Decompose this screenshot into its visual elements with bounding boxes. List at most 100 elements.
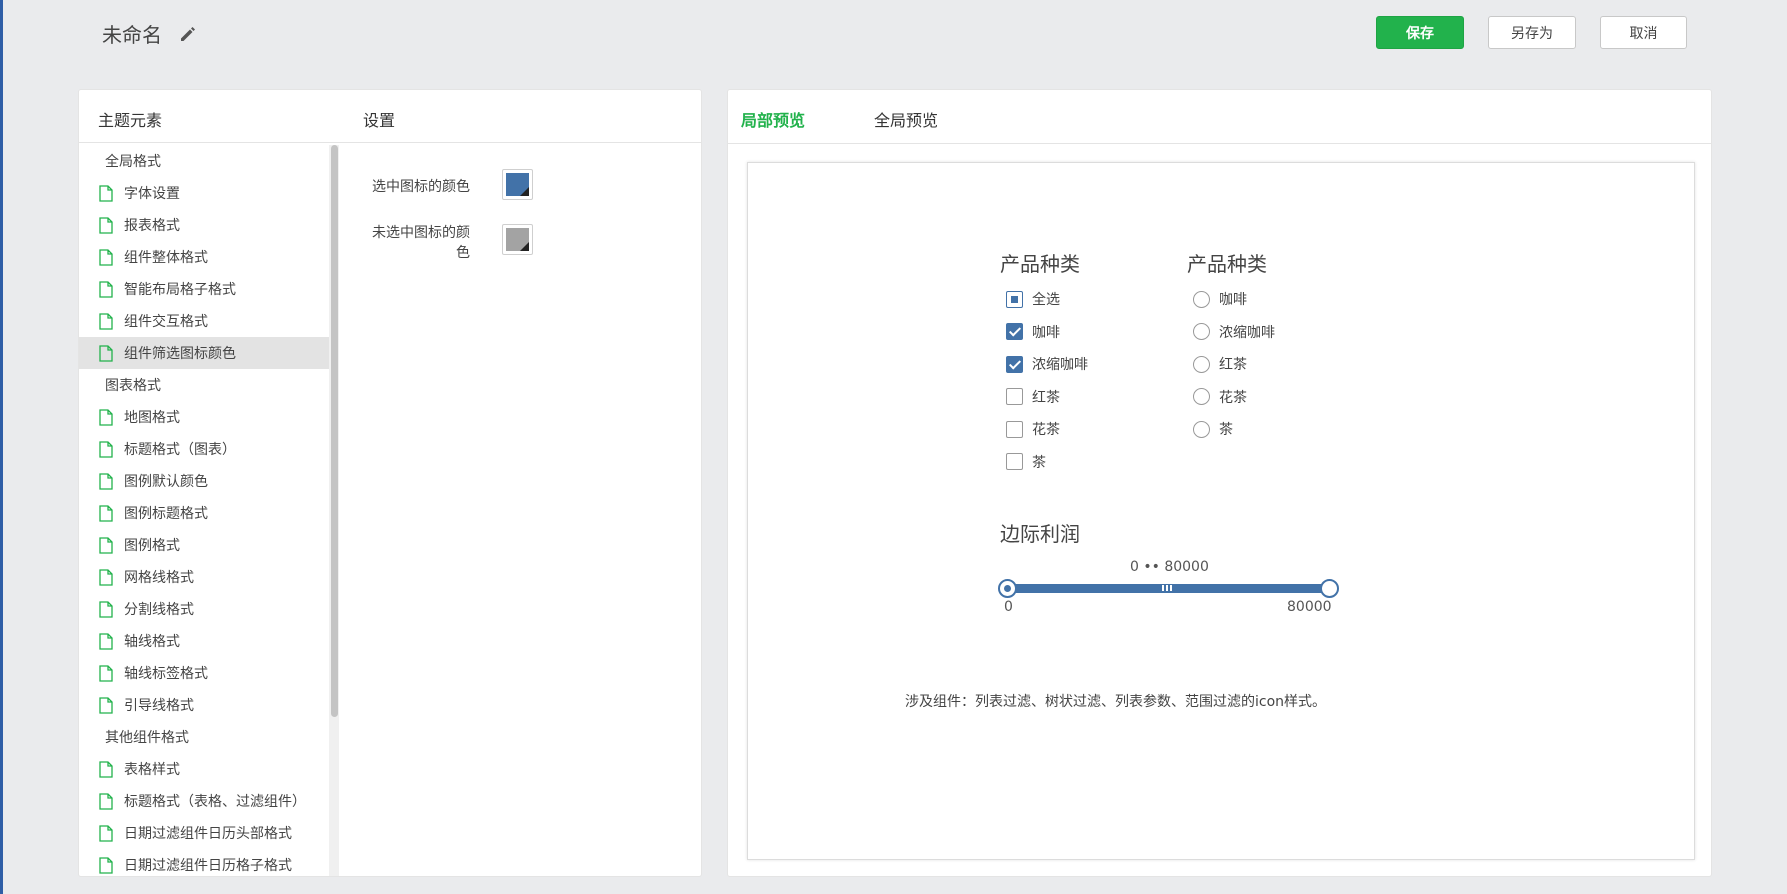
checkbox-option[interactable]: 花茶 [1006,419,1060,439]
tree-label: 日期过滤组件日历格子格式 [124,858,292,874]
document-title: 未命名 [102,23,162,47]
radio-option[interactable]: 茶 [1193,419,1233,439]
range-slider-max-handle[interactable] [1320,579,1339,598]
save-as-button[interactable]: 另存为 [1488,16,1576,49]
checkbox-option[interactable]: 咖啡 [1006,322,1060,342]
tree-item[interactable]: 地图格式 [79,401,331,433]
tree-label: 组件整体格式 [124,250,208,266]
tree-label: 分割线格式 [124,602,194,618]
document-icon [99,312,113,330]
tree-group[interactable]: 其他组件格式 [79,721,331,753]
tree-label: 组件筛选图标颜色 [124,346,236,362]
tree-item[interactable]: 图例默认颜色 [79,465,331,497]
checkbox-unchecked-icon[interactable] [1006,453,1023,470]
checkbox-option[interactable]: 红茶 [1006,387,1060,407]
checkbox-label: 茶 [1032,454,1046,471]
tab-global-preview[interactable]: 全局预览 [874,107,938,131]
radio-unselected-icon[interactable] [1193,323,1210,340]
selected-color-swatch [506,173,529,196]
checkbox-option[interactable]: 茶 [1006,452,1046,472]
tree-item[interactable]: 智能布局格子格式 [79,273,331,305]
document-icon [99,792,113,810]
tree-item[interactable]: 标题格式（图表） [79,433,331,465]
pencil-edit-icon[interactable] [178,23,198,43]
radio-unselected-icon[interactable] [1193,355,1210,373]
tab-divider [728,143,1711,144]
checkbox-checked-icon[interactable] [1006,323,1023,340]
tree-label: 图例默认颜色 [124,474,208,490]
tree-item[interactable]: 轴线格式 [79,625,331,657]
tree-item[interactable]: 标题格式（表格、过滤组件） [79,785,331,817]
window-left-edge [0,0,3,894]
tree-item[interactable]: 表格样式 [79,753,331,785]
tree-label: 标题格式（图表） [124,442,236,458]
checkbox-unchecked-icon[interactable] [1006,388,1023,405]
tree-item[interactable]: 日期过滤组件日历头部格式 [79,817,331,849]
checkbox-filter-title: 产品种类 [1000,252,1080,276]
tree-label: 轴线标签格式 [124,666,208,682]
document-icon [99,440,113,458]
selected-icon-color-picker[interactable] [502,169,533,200]
tree-group[interactable]: 全局格式 [79,145,331,177]
cancel-button[interactable]: 取消 [1600,16,1687,49]
tree-group[interactable]: 图表格式 [79,369,331,401]
tree-item[interactable]: 组件整体格式 [79,241,331,273]
slider-grip-icon [1162,585,1172,591]
tree-item[interactable]: 字体设置 [79,177,331,209]
tree-label: 标题格式（表格、过滤组件） [124,794,306,810]
tab-local-preview[interactable]: 局部预览 [741,107,805,131]
save-button[interactable]: 保存 [1376,16,1464,49]
unselected-color-swatch [506,228,529,251]
preview-canvas: 产品种类 产品种类 边际利润 0 •• 80000 0 80000 涉及组件：列… [747,162,1695,860]
tree-label: 网格线格式 [124,570,194,586]
radio-unselected-icon[interactable] [1193,290,1210,308]
selected-icon-color-label: 选中图标的颜色 [372,179,470,195]
radio-option[interactable]: 咖啡 [1193,289,1247,309]
range-slider-min-handle[interactable] [998,579,1017,598]
tree-item[interactable]: 网格线格式 [79,561,331,593]
preview-note: 涉及组件：列表过滤、树状过滤、列表参数、范围过滤的icon样式。 [905,694,1327,710]
tree-label: 组件交互格式 [124,314,208,330]
unselected-icon-color-label-line1: 未选中图标的颜 [372,225,470,241]
document-icon [99,824,113,842]
tree-item[interactable]: 报表格式 [79,209,331,241]
radio-option[interactable]: 浓缩咖啡 [1193,322,1275,342]
document-icon [99,696,113,714]
checkbox-option[interactable]: 浓缩咖啡 [1006,354,1088,374]
document-icon [99,472,113,490]
document-icon [99,216,113,234]
tree-item[interactable]: 图例格式 [79,529,331,561]
radio-unselected-icon[interactable] [1193,420,1210,438]
unselected-icon-color-picker[interactable] [502,224,533,255]
document-icon [99,664,113,682]
tree-label: 日期过滤组件日历头部格式 [124,826,292,842]
tree-item[interactable]: 日期过滤组件日历格子格式 [79,849,331,876]
tree-item[interactable]: 引导线格式 [79,689,331,721]
document-icon [99,600,113,618]
tree-label: 字体设置 [124,186,180,202]
tree-label: 报表格式 [124,218,180,234]
checkbox-option[interactable]: 全选 [1006,289,1060,309]
tree-scrollbar-thumb[interactable] [331,145,338,717]
radio-unselected-icon[interactable] [1193,388,1210,405]
top-bar: 未命名 保存 另存为 取消 [3,0,1787,64]
tree-label: 图例标题格式 [124,506,208,522]
checkbox-unchecked-icon[interactable] [1006,420,1023,438]
radio-option[interactable]: 花茶 [1193,387,1247,407]
tree-item[interactable]: 图例标题格式 [79,497,331,529]
tree-item[interactable]: 组件筛选图标颜色 [79,337,331,369]
tree-item[interactable]: 组件交互格式 [79,305,331,337]
checkbox-label: 全选 [1032,292,1060,308]
theme-element-tree: 全局格式字体设置报表格式组件整体格式智能布局格子格式组件交互格式组件筛选图标颜色… [79,145,331,876]
tree-item[interactable]: 分割线格式 [79,593,331,625]
tree-label: 其他组件格式 [105,730,189,746]
tree-label: 轴线格式 [124,634,180,650]
radio-option[interactable]: 红茶 [1193,354,1247,374]
checkbox-checked-icon[interactable] [1006,355,1023,373]
radio-label: 茶 [1219,422,1233,438]
checkbox-label: 浓缩咖啡 [1032,357,1088,373]
tree-item[interactable]: 轴线标签格式 [79,657,331,689]
preview-panel: 局部预览 全局预览 产品种类 产品种类 边际利润 0 •• 80000 0 80… [727,89,1712,877]
range-min-label: 0 [1004,599,1013,615]
checkbox-partial-icon[interactable] [1006,290,1023,308]
